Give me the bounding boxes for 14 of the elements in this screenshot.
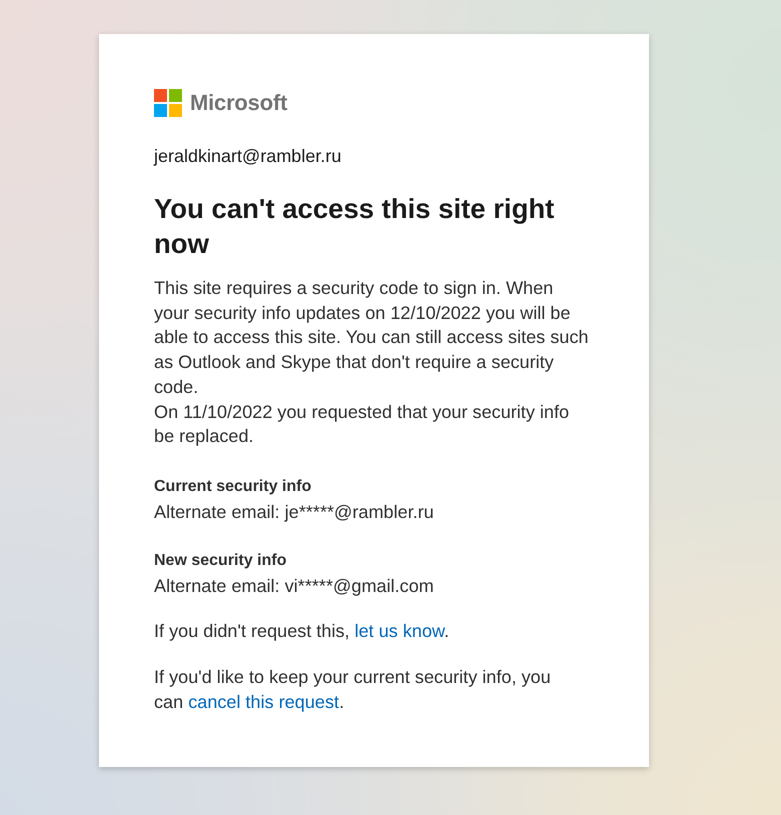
note-text: If you didn't request this, let us know. [154,620,450,643]
text-link[interactable]: let us know [354,620,444,641]
section-value: Alternate email: vi*****@gmail.com [154,574,435,598]
text-link[interactable]: cancel this request [188,692,340,712]
section-value: Alternate email: je*****@rambler.ru [154,500,435,524]
four-squares-icon [154,89,182,117]
description-text: On 11/10/2022 you requested that your security info be replaced. [154,400,570,448]
description-text: This site requires a security code to sign in. When your security info updates on 12/10/2022 you will be able to access this site. You can still access sites such as Outlook and Skype that don't require a security code. [154,277,590,399]
section-heading: New security info [154,550,288,571]
page-title: You can't access this site right now [154,192,556,261]
section-heading: Current security info [154,476,312,497]
brand-name: Microsoft [190,89,288,117]
note-text: If you'd like to keep your current security info, you can cancel this request. [154,666,552,714]
account-email: jeraldkinart@rambler.ru [154,145,342,168]
